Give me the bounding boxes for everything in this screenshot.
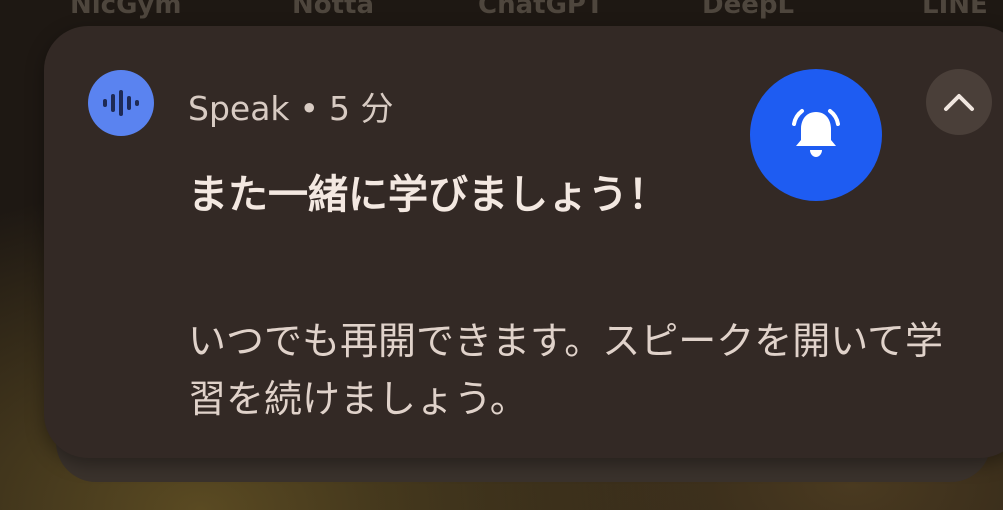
app-label-notta[interactable]: Notta bbox=[292, 0, 374, 20]
app-label-nicgym[interactable]: NicGym bbox=[70, 0, 181, 20]
app-label-line[interactable]: LINE bbox=[922, 0, 988, 20]
alarm-bell-icon bbox=[750, 69, 882, 201]
app-label-chatgpt[interactable]: ChatGPT bbox=[478, 0, 604, 20]
notification-header: Speak • 5 分 bbox=[188, 82, 394, 130]
waveform-icon bbox=[88, 70, 154, 136]
notification-body: いつでも再開できます。スピークを開いて学習を続けましょう。 bbox=[188, 319, 944, 421]
app-name: Speak bbox=[188, 89, 290, 128]
background-app-labels: NicGym Notta ChatGPT DeepL LINE bbox=[0, 0, 1003, 20]
notification-time: 5 分 bbox=[329, 89, 394, 128]
header-separator: • bbox=[299, 89, 319, 128]
chevron-up-icon[interactable] bbox=[926, 69, 992, 135]
notification-title: また一緒に学びましょう！ bbox=[188, 172, 668, 218]
app-label-deepl[interactable]: DeepL bbox=[702, 0, 794, 20]
